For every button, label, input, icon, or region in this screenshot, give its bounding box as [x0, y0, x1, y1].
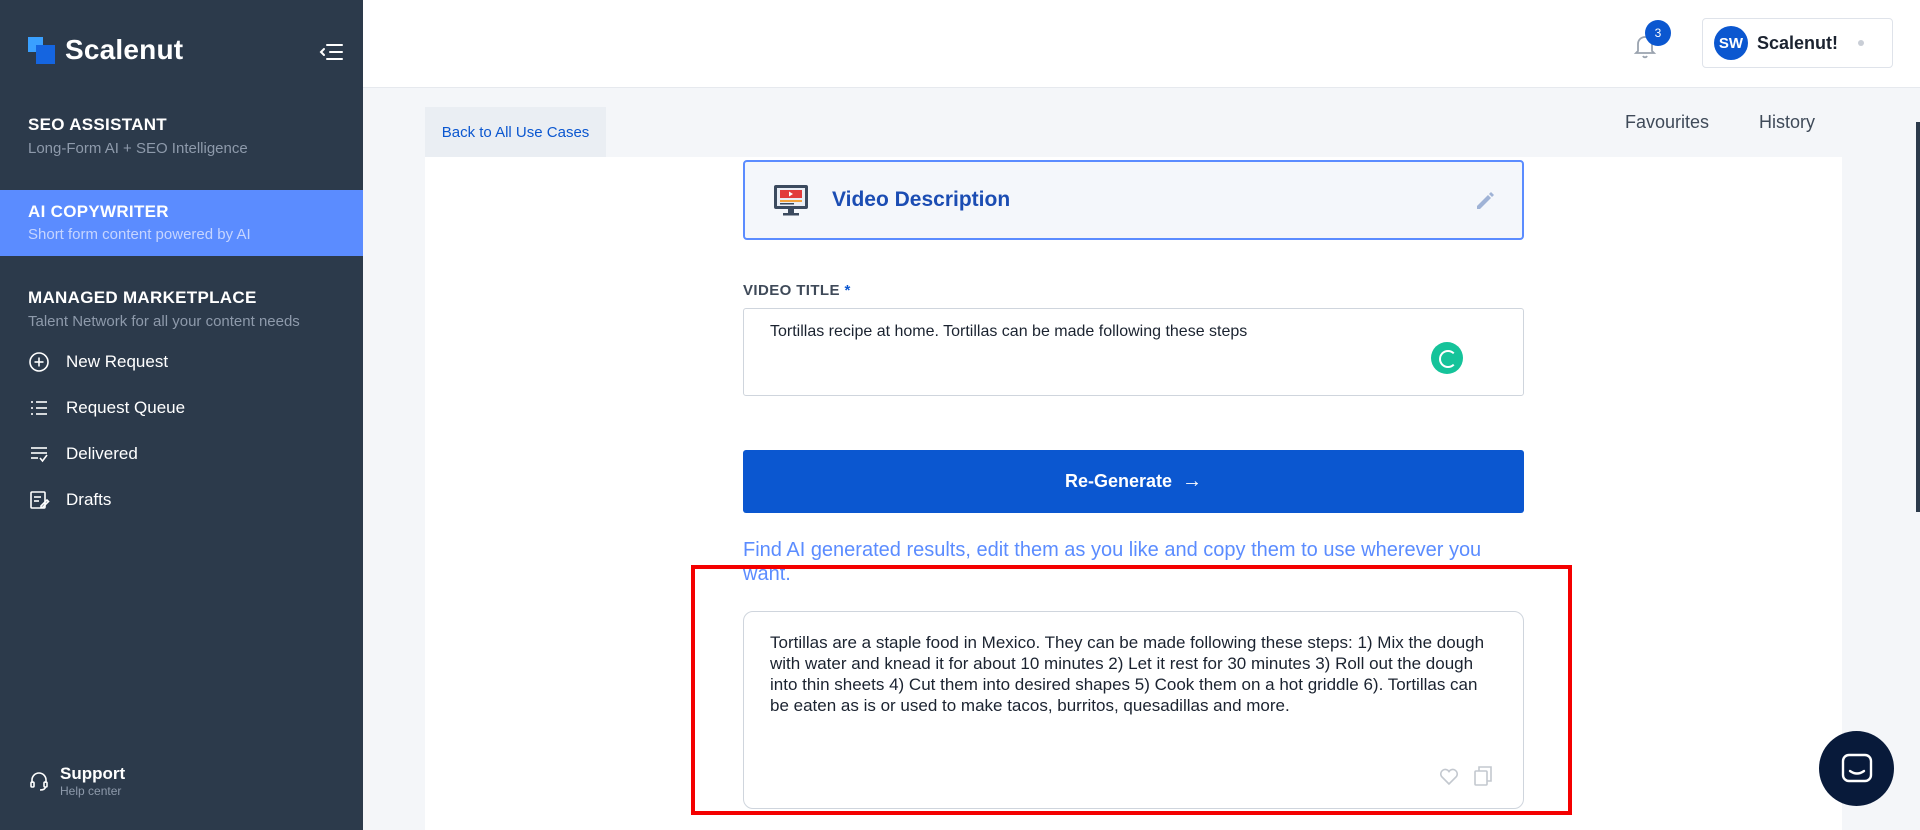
support-subtitle: Help center — [60, 784, 122, 798]
sidebar-item-drafts[interactable]: Drafts — [28, 489, 111, 511]
result-card[interactable]: Tortillas are a staple food in Mexico. T… — [743, 611, 1524, 809]
regenerate-label: Re-Generate — [1064, 471, 1173, 491]
support-title: Support — [60, 764, 126, 783]
headset-icon — [30, 772, 48, 791]
section-managed-marketplace[interactable]: MANAGED MARKETPLACE Talent Network for a… — [0, 288, 363, 330]
scrollbar[interactable] — [1916, 122, 1920, 512]
avatar: SW — [1714, 26, 1748, 60]
chat-widget-button[interactable] — [1819, 731, 1894, 806]
arrow-right-icon: → — [1182, 470, 1203, 492]
brand-name: Scalenut — [65, 34, 184, 65]
section-title: AI COPYWRITER — [28, 202, 169, 221]
sidebar-item-request-queue[interactable]: Request Queue — [28, 397, 185, 419]
grammarly-icon[interactable] — [1431, 342, 1463, 374]
regenerate-button[interactable]: Re-Generate → — [743, 450, 1524, 513]
logo[interactable]: Scalenut — [28, 34, 183, 66]
use-case-card: Video Description — [743, 160, 1524, 240]
top-bar — [363, 0, 1920, 88]
section-subtitle: Talent Network for all your content need… — [28, 313, 300, 330]
support-link[interactable]: Support Help center — [28, 764, 125, 798]
edit-note-icon — [30, 491, 50, 509]
section-ai-copywriter[interactable]: AI COPYWRITER Short form content powered… — [0, 190, 363, 256]
profile-name: Scalenut! — [1757, 32, 1839, 53]
chat-icon — [1841, 753, 1872, 782]
plus-circle-icon — [29, 352, 49, 372]
section-title: MANAGED MARKETPLACE — [28, 288, 257, 307]
copy-icon[interactable] — [1471, 764, 1495, 788]
results-hint: Find AI generated results, edit them as … — [743, 539, 1482, 585]
favourites-link[interactable]: Favourites — [1625, 112, 1709, 133]
required-mark: * — [844, 282, 851, 299]
checklist-icon — [31, 447, 48, 463]
collapse-menu-icon[interactable] — [318, 40, 344, 64]
section-seo-assistant[interactable]: SEO ASSISTANT Long-Form AI + SEO Intelli… — [0, 115, 363, 157]
video-title-input[interactable]: Tortillas recipe at home. Tortillas can … — [743, 308, 1524, 396]
sidebar-item-label: New Request — [66, 352, 169, 371]
profile-menu[interactable]: SW Scalenut! — [1702, 18, 1893, 68]
result-actions — [1437, 764, 1495, 788]
back-to-use-cases-tab[interactable]: Back to All Use Cases — [425, 107, 606, 157]
history-link[interactable]: History — [1759, 112, 1815, 133]
section-title: SEO ASSISTANT — [28, 115, 167, 134]
scalenut-logo-icon — [28, 36, 55, 64]
sidebar-item-delivered[interactable]: Delivered — [28, 443, 138, 465]
pencil-icon[interactable] — [1474, 190, 1496, 212]
heart-icon[interactable] — [1437, 764, 1461, 788]
use-case-title: Video Description — [832, 188, 1011, 211]
label-text: VIDEO TITLE — [743, 282, 840, 299]
video-monitor-icon — [774, 185, 808, 216]
list-icon — [31, 401, 47, 415]
notification-badge: 3 — [1645, 20, 1671, 46]
sidebar-item-new-request[interactable]: New Request — [28, 351, 168, 373]
dropdown-dot-icon — [1858, 40, 1865, 46]
video-title-label: VIDEO TITLE * — [743, 282, 851, 299]
sidebar-item-label: Delivered — [66, 444, 138, 463]
sidebar-item-label: Drafts — [66, 490, 112, 509]
section-subtitle: Long-Form AI + SEO Intelligence — [28, 140, 248, 157]
result-text[interactable]: Tortillas are a staple food in Mexico. T… — [770, 632, 1497, 716]
sidebar: Scalenut SEO ASSISTANT Long-Form AI + SE… — [0, 0, 363, 830]
sidebar-item-label: Request Queue — [66, 398, 186, 417]
section-subtitle: Short form content powered by AI — [28, 226, 251, 243]
